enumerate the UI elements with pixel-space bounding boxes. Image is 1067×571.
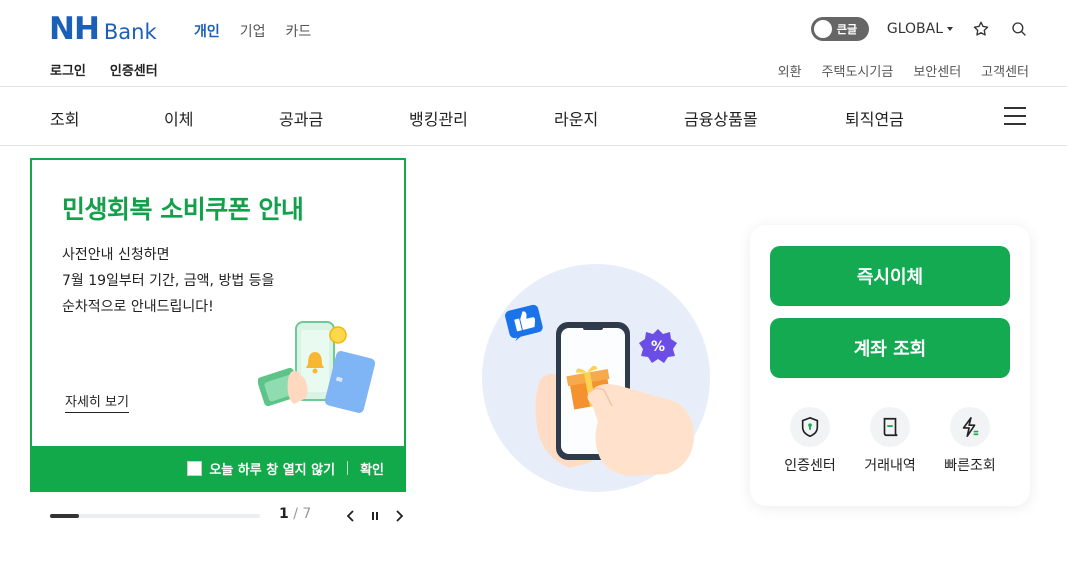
pager-separator: / [288,506,303,522]
popup-desc-line: 사전안내 신청하면 [62,247,170,263]
quick-transaction-history-label: 거래내역 [864,458,916,474]
chevron-right-icon[interactable] [392,508,406,524]
large-font-toggle[interactable]: 큰글 [810,17,869,41]
nav-product-mall[interactable]: 금융상품몰 [684,106,758,130]
quick-fast-inquiry-label: 빠른조회 [944,458,996,474]
nav-banking-management[interactable]: 뱅킹관리 [409,106,468,130]
nav-inquiry[interactable]: 조회 [50,106,79,130]
segment-corporate[interactable]: 기업 [240,21,266,41]
popup-footer: 오늘 하루 창 열지 않기 확인 [32,446,404,490]
popup-description: 사전안내 신청하면 7월 19일부터 기간, 금액, 방법 등을 순차적으로 안… [62,242,274,320]
lightning-icon [950,407,990,447]
receipt-icon [870,407,910,447]
nav-retirement-pension[interactable]: 퇴직연금 [845,106,904,130]
toggle-knob [813,20,832,38]
search-icon[interactable] [1009,19,1029,39]
cert-center-link[interactable]: 인증센터 [110,60,158,79]
toggle-label: 큰글 [836,23,858,36]
login-link[interactable]: 로그인 [50,60,86,79]
phone-gift-illustration: % [482,264,710,492]
security-center-link[interactable]: 보안센터 [913,61,961,80]
utility-links: 외환 주택도시기금 보안센터 고객센터 [778,61,1029,80]
quick-fast-inquiry[interactable]: 빠른조회 [930,407,1010,475]
svg-text:%: % [651,339,665,355]
pager-current: 1 [279,506,289,522]
segment-card[interactable]: 카드 [286,21,312,41]
popup-desc-line: 7월 19일부터 기간, 금액, 방법 등을 [62,273,275,289]
nav-lounge[interactable]: 라운지 [554,106,598,130]
caret-down-icon [947,27,953,31]
logo-bank-text: Bank [103,20,157,44]
view-details-link[interactable]: 자세히 보기 [65,391,129,413]
hamburger-menu-icon[interactable] [1004,107,1026,125]
logo-nh-text: NH [49,11,100,47]
nav-utility-bills[interactable]: 공과금 [279,106,323,130]
housing-fund-link[interactable]: 주택도시기금 [822,61,894,80]
notice-popup: 민생회복 소비쿠폰 안내 사전안내 신청하면 7월 19일부터 기간, 금액, … [30,158,406,492]
star-icon[interactable] [971,19,991,39]
utility-top: 큰글 GLOBAL [810,17,1029,41]
slider-progress-bar [50,514,260,518]
popup-title: 민생회복 소비쿠폰 안내 [62,195,304,224]
quick-cert-center[interactable]: 인증센터 [770,407,850,475]
popup-desc-line: 순차적으로 안내드립니다! [62,299,214,315]
phone-coupon-illustration [258,321,376,413]
customer-center-link[interactable]: 고객센터 [981,61,1029,80]
slider-pager: 1 / 7 [279,506,311,522]
popup-confirm-button[interactable]: 확인 [360,459,384,478]
quick-icons: 인증센터 거래내역 빠른조회 [770,407,1010,475]
chevron-left-icon[interactable] [344,508,358,524]
quick-cert-center-label: 인증센터 [784,458,836,474]
dont-show-today-option[interactable]: 오늘 하루 창 열지 않기 [187,459,335,478]
forex-link[interactable]: 외환 [778,61,802,80]
slider-progress-fill [50,514,80,518]
nav-transfer[interactable]: 이체 [164,106,193,130]
pause-icon[interactable] [368,508,382,524]
footer-divider [347,461,349,475]
quick-menu-panel: 즉시이체 계좌 조회 인증센터 거래내역 빠른조회 [750,225,1030,506]
dont-show-checkbox[interactable] [187,460,203,476]
auth-links: 로그인 인증센터 [50,60,158,79]
header: NH Bank 개인 기업 카드 큰글 GLOBAL 로그인 인증센터 외환 주… [0,0,1067,86]
slider-controls [344,508,406,524]
instant-transfer-button[interactable]: 즉시이체 [770,246,1010,306]
segment-personal[interactable]: 개인 [194,21,220,41]
global-label: GLOBAL [886,21,943,37]
global-dropdown[interactable]: GLOBAL [887,21,953,37]
segment-nav: 개인 기업 카드 [194,21,311,41]
shield-icon [790,407,830,447]
dont-show-label[interactable]: 오늘 하루 창 열지 않기 [209,459,335,478]
account-inquiry-button[interactable]: 계좌 조회 [770,318,1010,378]
main-nav: 조회 이체 공과금 뱅킹관리 라운지 금융상품몰 퇴직연금 [0,86,1067,146]
pager-total: 7 [302,506,312,522]
quick-transaction-history[interactable]: 거래내역 [850,407,930,475]
nh-bank-logo[interactable]: NH Bank [49,11,157,47]
